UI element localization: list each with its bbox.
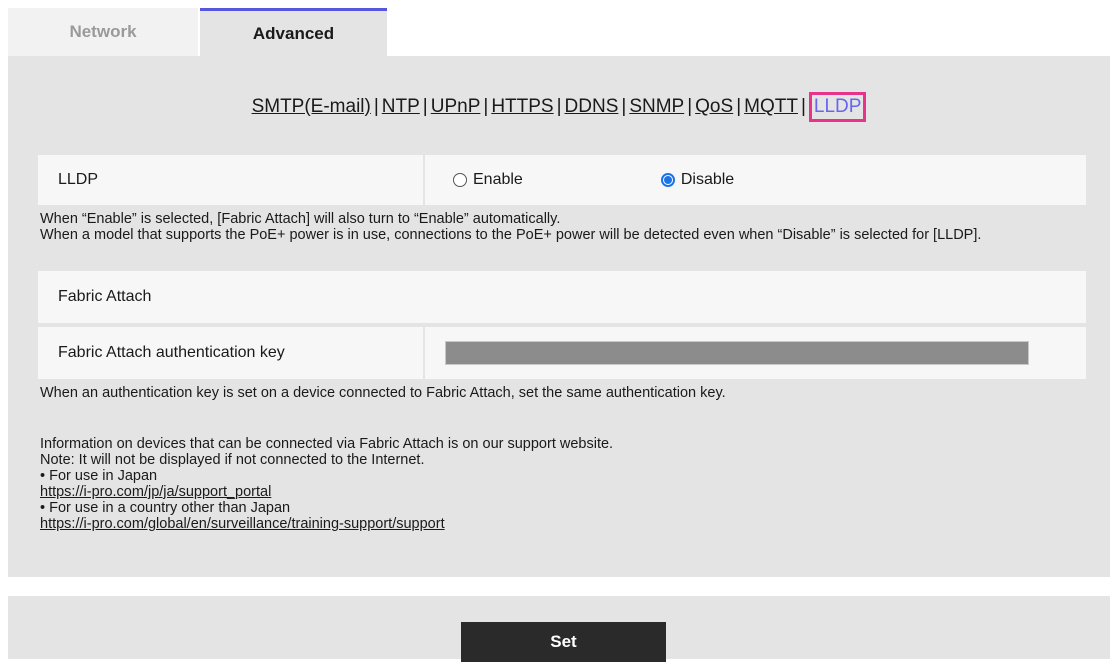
lldp-enable-label: Enable	[473, 171, 523, 188]
lldp-note-line1: When “Enable” is selected, [Fabric Attac…	[40, 211, 561, 227]
subnav-link-mqtt[interactable]: MQTT	[744, 96, 798, 117]
subnav-link-ddns[interactable]: DDNS	[565, 96, 619, 117]
set-button[interactable]: Set	[461, 622, 666, 662]
radio-unchecked-icon	[453, 173, 467, 187]
fabric-attach-label: Fabric Attach	[58, 288, 152, 305]
global-support-link[interactable]: https://i-pro.com/global/en/surveillance…	[40, 516, 445, 532]
auth-key-note: When an authentication key is set on a d…	[40, 385, 726, 401]
bottom-panel: Set	[8, 596, 1110, 662]
auth-key-input[interactable]	[445, 341, 1029, 365]
lldp-row: LLDP Enable Disable	[38, 155, 1086, 205]
subnav-separator: |	[373, 96, 379, 117]
subnav-link-smtp[interactable]: SMTP(E-mail)	[252, 96, 371, 117]
support-info: Information on devices that can be conne…	[40, 436, 1090, 532]
fabric-attach-row: Fabric Attach	[38, 271, 1086, 323]
subnav-link-ntp[interactable]: NTP	[382, 96, 420, 117]
lldp-options: Enable Disable	[425, 155, 1086, 205]
lldp-note-line2: When a model that supports the PoE+ powe…	[40, 227, 982, 243]
subnav-separator: |	[621, 96, 627, 117]
tab-bar: Network Advanced	[8, 8, 387, 56]
subnav-link-lldp-current[interactable]: LLDP	[808, 92, 867, 122]
subnav-separator: |	[422, 96, 428, 117]
other-country-label: • For use in a country other than Japan	[40, 500, 291, 516]
lldp-note: When “Enable” is selected, [Fabric Attac…	[40, 211, 1090, 243]
subnav-separator: |	[556, 96, 562, 117]
japan-support-link[interactable]: https://i-pro.com/jp/ja/support_portal	[40, 484, 271, 500]
subnav-link-snmp[interactable]: SNMP	[629, 96, 684, 117]
lldp-label: LLDP	[38, 155, 425, 205]
subnav-separator: |	[687, 96, 693, 117]
subnav-separator: |	[483, 96, 489, 117]
support-info-line1: Information on devices that can be conne…	[40, 436, 614, 452]
japan-label: • For use in Japan	[40, 468, 158, 484]
settings-panel: SMTP(E-mail) | NTP | UPnP | HTTPS | DDNS | SNMP | Qo…	[8, 56, 1110, 577]
support-info-line2: Note: It will not be displayed if not co…	[40, 452, 425, 468]
auth-key-label: Fabric Attach authentication key	[38, 327, 425, 379]
subnav-separator: |	[800, 96, 806, 117]
radio-checked-icon	[660, 173, 675, 187]
subnav: SMTP(E-mail) | NTP | UPnP | HTTPS | DDNS | SNMP | Qo…	[8, 92, 1110, 122]
subnav-separator: |	[736, 96, 742, 117]
auth-key-row: Fabric Attach authentication key	[38, 327, 1086, 379]
tab-advanced[interactable]: Advanced	[200, 8, 387, 56]
tab-network[interactable]: Network	[8, 8, 198, 56]
subnav-link-qos[interactable]: QoS	[695, 96, 733, 117]
lldp-disable-radio[interactable]: Disable	[660, 171, 735, 189]
subnav-link-upnp[interactable]: UPnP	[431, 96, 481, 117]
lldp-enable-radio[interactable]: Enable	[453, 171, 523, 189]
subnav-link-https[interactable]: HTTPS	[491, 96, 553, 117]
lldp-disable-label: Disable	[680, 171, 735, 188]
